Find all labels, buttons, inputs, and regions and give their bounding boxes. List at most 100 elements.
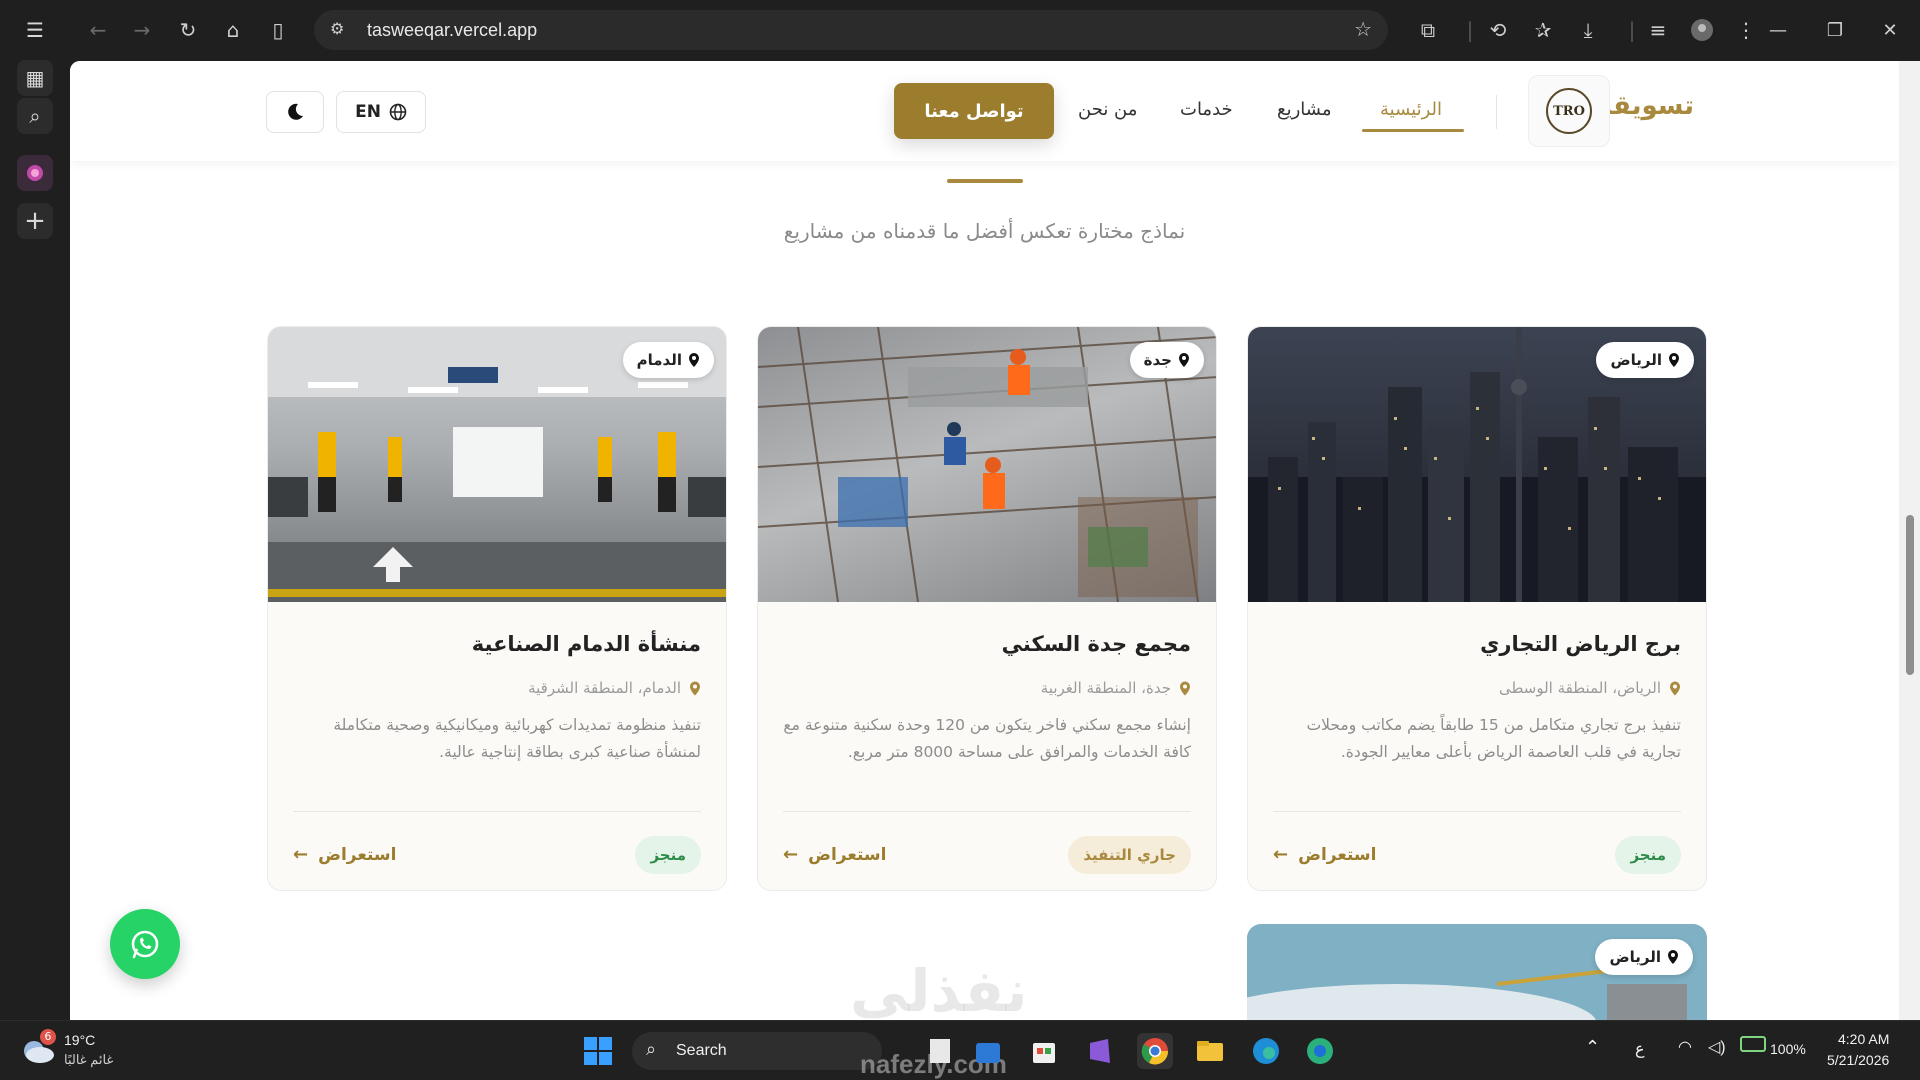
logo-mark: TRO <box>1546 88 1592 134</box>
watermark-text: نفذلي <box>850 957 1028 1020</box>
card-divider <box>1273 811 1681 812</box>
status-badge: منجز <box>635 836 701 874</box>
status-badge: منجز <box>1615 836 1681 874</box>
section-subtitle: نماذج مختارة تعكس أفضل ما قدمناه من مشار… <box>783 219 1186 243</box>
location-chip: جدة <box>1129 342 1204 378</box>
battery-icon[interactable] <box>1740 1036 1766 1052</box>
view-project-link[interactable]: استعراض ← <box>783 844 886 865</box>
language-toggle-button[interactable]: EN <box>336 91 426 133</box>
project-region: الدمام، المنطقة الشرقية <box>528 679 701 697</box>
project-title[interactable]: مجمع جدة السكني <box>1002 632 1191 656</box>
weather-badge: 6 <box>40 1029 56 1045</box>
project-region-label: جدة، المنطقة الغربية <box>1040 679 1171 697</box>
project-image[interactable]: الرياض <box>1248 327 1706 602</box>
file-app-icon[interactable] <box>922 1033 958 1069</box>
project-description: تنفيذ منظومة تمديدات كهربائية وميكانيكية… <box>333 716 701 761</box>
site-info-icon[interactable]: ⚙ <box>330 19 344 38</box>
tab-grid-icon[interactable]: ▦ <box>17 60 53 96</box>
visual-studio-icon[interactable] <box>1082 1033 1118 1069</box>
project-card: الرياض برج الرياض التجاري الرياض، المنطق… <box>1247 326 1707 891</box>
project-region-label: الرياض، المنطقة الوسطى <box>1498 679 1661 697</box>
battery-percent: 100% <box>1770 1041 1806 1057</box>
forward-icon[interactable]: → <box>124 12 160 48</box>
downloads-icon[interactable]: ⤓ <box>1570 12 1606 48</box>
status-badge: جاري التنفيذ <box>1068 836 1191 874</box>
project-region: الرياض، المنطقة الوسطى <box>1499 679 1681 697</box>
contact-us-button[interactable]: تواصل معنا <box>894 83 1054 139</box>
wifi-icon[interactable]: ◠ <box>1678 1037 1692 1057</box>
search-placeholder: Search <box>676 1042 727 1059</box>
arrow-left-icon: ← <box>783 844 799 865</box>
location-chip: الرياض <box>1595 939 1693 975</box>
clock-time[interactable]: 4:20 AM <box>1838 1031 1889 1047</box>
input-language[interactable]: ع <box>1635 1039 1645 1059</box>
edge-icon[interactable] <box>1248 1033 1284 1069</box>
restore-icon[interactable]: ❐ <box>1815 12 1855 48</box>
windows-taskbar: 6 19°C غائم غالبًا ⌕ Search nafezly.com … <box>0 1020 1920 1080</box>
map-pin-icon <box>689 353 699 367</box>
arrow-left-icon: ← <box>1273 844 1289 865</box>
project-card[interactable]: الرياض <box>1247 924 1707 1020</box>
favorites-icon[interactable]: ✰ <box>1525 12 1561 48</box>
address-bar[interactable]: ⚙ tasweeqar.vercel.app ☆ <box>314 10 1388 50</box>
view-project-label: استعراض <box>1298 844 1377 865</box>
card-divider <box>293 811 701 812</box>
new-tab-icon[interactable]: + <box>17 203 53 239</box>
map-pin-icon <box>690 681 700 695</box>
scrollbar-thumb[interactable] <box>1906 515 1914 675</box>
tab-favicon-icon[interactable] <box>17 155 53 191</box>
location-chip-label: الرياض <box>1610 351 1662 369</box>
map-pin-icon <box>1179 353 1189 367</box>
back-icon[interactable]: ← <box>80 12 116 48</box>
weather-temp: 19°C <box>64 1032 96 1048</box>
section-title-underline <box>947 179 1023 183</box>
site-header: تسويقار TRO الرئيسية مشاريع خدمات من نحن… <box>70 61 1899 161</box>
map-pin-icon <box>1670 681 1680 695</box>
search-icon: ⌕ <box>646 1039 657 1060</box>
project-region: جدة، المنطقة الغربية <box>1041 679 1191 697</box>
whatsapp-button[interactable] <box>110 909 180 979</box>
view-project-link[interactable]: استعراض ← <box>1273 844 1376 865</box>
globe-icon <box>389 103 407 121</box>
reload-icon[interactable]: ↻ <box>170 12 206 48</box>
extensions-icon[interactable]: ⧉ <box>1410 12 1446 48</box>
profile-avatar-icon[interactable] <box>1684 12 1720 48</box>
map-pin-icon <box>1669 353 1679 367</box>
theme-toggle-button[interactable] <box>266 91 324 133</box>
edge-dev-icon[interactable] <box>1302 1033 1338 1069</box>
view-project-link[interactable]: استعراض ← <box>293 844 396 865</box>
store-app-icon[interactable] <box>970 1033 1006 1069</box>
collapse-tabs-icon[interactable]: ☰ <box>17 12 53 48</box>
store-bag-icon[interactable] <box>1026 1033 1062 1069</box>
taskbar-search[interactable]: ⌕ Search <box>632 1032 882 1070</box>
show-hidden-icon[interactable]: ⌃ <box>1585 1037 1600 1058</box>
clock-date[interactable]: 5/21/2026 <box>1827 1052 1889 1068</box>
close-icon[interactable]: ✕ <box>1870 12 1910 48</box>
start-icon[interactable] <box>580 1033 616 1069</box>
chrome-icon[interactable] <box>1137 1033 1173 1069</box>
project-image[interactable]: جدة <box>758 327 1216 603</box>
vertical-tab-strip: ☰ ▦ ⌕ + <box>0 0 70 1020</box>
view-project-label: استعراض <box>808 844 887 865</box>
nav-home[interactable]: الرئيسية <box>1380 99 1442 120</box>
home-icon[interactable]: ⌂ <box>215 12 251 48</box>
project-image[interactable]: الدمام <box>268 327 726 602</box>
favorite-star-icon[interactable]: ☆ <box>1354 17 1372 41</box>
volume-icon[interactable]: ◁) <box>1708 1037 1726 1057</box>
project-card: جدة مجمع جدة السكني جدة، المنطقة الغربية… <box>757 326 1217 891</box>
history-icon[interactable]: ⟲ <box>1480 12 1516 48</box>
nav-about[interactable]: من نحن <box>1078 99 1137 120</box>
project-title[interactable]: منشأة الدمام الصناعية <box>472 632 701 656</box>
folder-icon[interactable] <box>1192 1033 1228 1069</box>
location-chip: الدمام <box>622 342 714 378</box>
url-text: tasweeqar.vercel.app <box>367 20 538 40</box>
nav-services[interactable]: خدمات <box>1180 99 1233 120</box>
media-icon[interactable]: ≡ <box>1640 12 1676 48</box>
project-title[interactable]: برج الرياض التجاري <box>1480 632 1681 656</box>
reading-view-icon[interactable]: ▯ <box>260 12 296 48</box>
nav-projects[interactable]: مشاريع <box>1277 99 1331 120</box>
header-divider <box>1496 95 1497 129</box>
tab-search-icon[interactable]: ⌕ <box>17 98 53 134</box>
minimize-icon[interactable]: — <box>1758 12 1798 48</box>
brand-logo[interactable]: TRO <box>1528 75 1610 147</box>
